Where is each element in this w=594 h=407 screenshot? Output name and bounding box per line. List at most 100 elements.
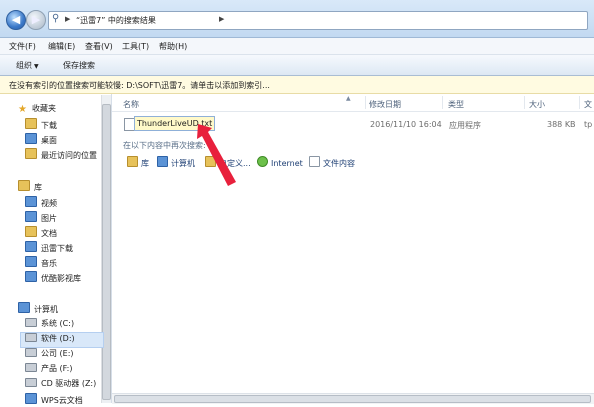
- nav-drive-d[interactable]: 软件 (D:): [20, 332, 104, 348]
- column-divider[interactable]: [442, 96, 443, 109]
- menu-help[interactable]: 帮助(H): [159, 41, 187, 52]
- library-icon: [18, 180, 30, 191]
- nav-item-label: 视频: [41, 199, 57, 208]
- nav-item-label: 系统 (C:): [41, 319, 75, 328]
- nav-item-label: 最近访问的位置: [41, 151, 97, 160]
- column-folder[interactable]: 文: [584, 99, 592, 110]
- nav-item-label: 软件 (D:): [41, 334, 75, 343]
- nav-drive-c[interactable]: 系统 (C:): [25, 318, 74, 332]
- nav-computer[interactable]: 计算机: [18, 302, 58, 316]
- computer-icon: [18, 302, 30, 313]
- column-type[interactable]: 类型: [448, 99, 464, 110]
- cloud-icon: [25, 393, 37, 404]
- nav-item-youku[interactable]: 优酷影视库: [25, 271, 81, 285]
- music-icon: [25, 256, 37, 267]
- nav-item-label: 图片: [41, 214, 57, 223]
- nav-libraries[interactable]: 库: [18, 180, 42, 194]
- nav-computer-label: 计算机: [34, 305, 58, 314]
- column-divider[interactable]: [365, 96, 366, 109]
- nav-favorites-label: 收藏夹: [32, 104, 56, 113]
- file-type: 应用程序: [449, 121, 481, 130]
- folder-icon: [25, 118, 37, 129]
- nav-item-label: 桌面: [41, 136, 57, 145]
- nav-item-videos[interactable]: 视频: [25, 196, 57, 210]
- dropdown-caret-icon: ▼: [34, 63, 39, 70]
- nav-item-label: 下载: [41, 121, 57, 130]
- annotation-arrow-icon: [197, 124, 236, 186]
- search-again-file-contents[interactable]: 文件内容: [309, 156, 355, 169]
- nav-item-label: 优酷影视库: [41, 274, 81, 283]
- nav-item-music[interactable]: 音乐: [25, 256, 57, 270]
- internet-icon: [257, 156, 268, 167]
- nav-drive-f[interactable]: 产品 (F:): [25, 363, 72, 377]
- nav-item-label: WPS云文档: [41, 396, 83, 405]
- search-again-item-label: 库: [141, 159, 149, 168]
- search-again-libraries[interactable]: 库: [127, 156, 149, 169]
- nav-drive-z[interactable]: CD 驱动器 (Z:): [25, 378, 96, 392]
- address-field[interactable]: ⚲ ▶ “迅雷7” 中的搜索结果 ▶: [48, 11, 588, 30]
- organize-label: 组织: [16, 61, 32, 70]
- chevron-right-icon[interactable]: ▶: [65, 15, 70, 23]
- chevron-right-icon[interactable]: ▶: [219, 15, 224, 23]
- nav-item-recent[interactable]: 最近访问的位置: [25, 148, 97, 162]
- sort-arrow-icon: ▲: [346, 95, 351, 102]
- column-name[interactable]: 名称: [123, 99, 139, 110]
- video-library-icon: [25, 271, 37, 282]
- desktop-icon: [25, 133, 37, 144]
- nav-item-label: 公司 (E:): [41, 349, 74, 358]
- recent-places-icon: [25, 148, 37, 159]
- breadcrumb[interactable]: “迅雷7” 中的搜索结果: [76, 15, 156, 26]
- save-search-button[interactable]: 保存搜索: [63, 60, 95, 71]
- menu-edit[interactable]: 编辑(E): [48, 41, 75, 52]
- column-header-row: 名称 修改日期 类型 大小 文: [112, 94, 594, 112]
- file-modified: 2016/11/10 16:04: [370, 120, 442, 129]
- info-bar-text: 在没有索引的位置搜索可能较慢: D:\SOFT\迅雷7。请单击以添加到索引...: [9, 81, 270, 90]
- nav-item-desktop[interactable]: 桌面: [25, 133, 57, 147]
- nav-item-documents[interactable]: 文档: [25, 226, 57, 240]
- library-icon: [127, 156, 138, 167]
- file-size: 388 KB: [547, 120, 576, 129]
- column-modified[interactable]: 修改日期: [369, 99, 401, 110]
- column-size[interactable]: 大小: [529, 99, 545, 110]
- star-icon: ★: [18, 104, 27, 115]
- search-again-item-label: 文件内容: [323, 159, 355, 168]
- cd-drive-icon: [25, 378, 37, 387]
- index-info-bar[interactable]: 在没有索引的位置搜索可能较慢: D:\SOFT\迅雷7。请单击以添加到索引...: [0, 76, 594, 94]
- nav-item-thunder-downloads[interactable]: 迅雷下载: [25, 241, 73, 255]
- nav-scrollbar-thumb[interactable]: [102, 104, 111, 400]
- command-toolbar: 组织 ▼ 保存搜索: [0, 55, 594, 76]
- nav-item-pictures[interactable]: 图片: [25, 211, 57, 225]
- thunder-icon: [25, 241, 37, 252]
- picture-icon: [25, 211, 37, 222]
- nav-item-label: 产品 (F:): [41, 364, 73, 373]
- video-icon: [25, 196, 37, 207]
- menu-view[interactable]: 查看(V): [85, 41, 113, 52]
- drive-icon: [25, 318, 37, 327]
- column-divider[interactable]: [524, 96, 525, 109]
- organize-button[interactable]: 组织 ▼: [16, 60, 39, 71]
- nav-libraries-label: 库: [34, 183, 42, 192]
- drive-icon: [25, 348, 37, 357]
- menu-tools[interactable]: 工具(T): [122, 41, 149, 52]
- file-folder: tp: [584, 120, 593, 129]
- horizontal-scrollbar-thumb[interactable]: [114, 395, 591, 403]
- annotation-arrow-shape: [197, 124, 236, 186]
- nav-item-label: 音乐: [41, 259, 57, 268]
- document-icon: [25, 226, 37, 237]
- document-icon: [309, 156, 320, 167]
- nav-item-downloads[interactable]: 下载: [25, 118, 57, 132]
- column-divider[interactable]: [579, 96, 580, 109]
- search-again-item-label: Internet: [271, 159, 303, 168]
- menu-bar: 文件(F) 编辑(E) 查看(V) 工具(T) 帮助(H): [0, 38, 594, 55]
- drive-icon: [25, 363, 37, 372]
- forward-button[interactable]: ▶: [26, 10, 46, 30]
- nav-drive-e[interactable]: 公司 (E:): [25, 348, 74, 362]
- nav-wps-cloud[interactable]: WPS云文档: [25, 393, 83, 407]
- back-button[interactable]: ◀: [6, 10, 26, 30]
- computer-icon: [157, 156, 168, 167]
- menu-file[interactable]: 文件(F): [9, 41, 36, 52]
- nav-favorites[interactable]: ★ 收藏夹: [18, 103, 56, 117]
- search-icon: ⚲: [52, 13, 60, 24]
- search-again-internet[interactable]: Internet: [257, 156, 303, 168]
- nav-item-label: CD 驱动器 (Z:): [41, 379, 97, 388]
